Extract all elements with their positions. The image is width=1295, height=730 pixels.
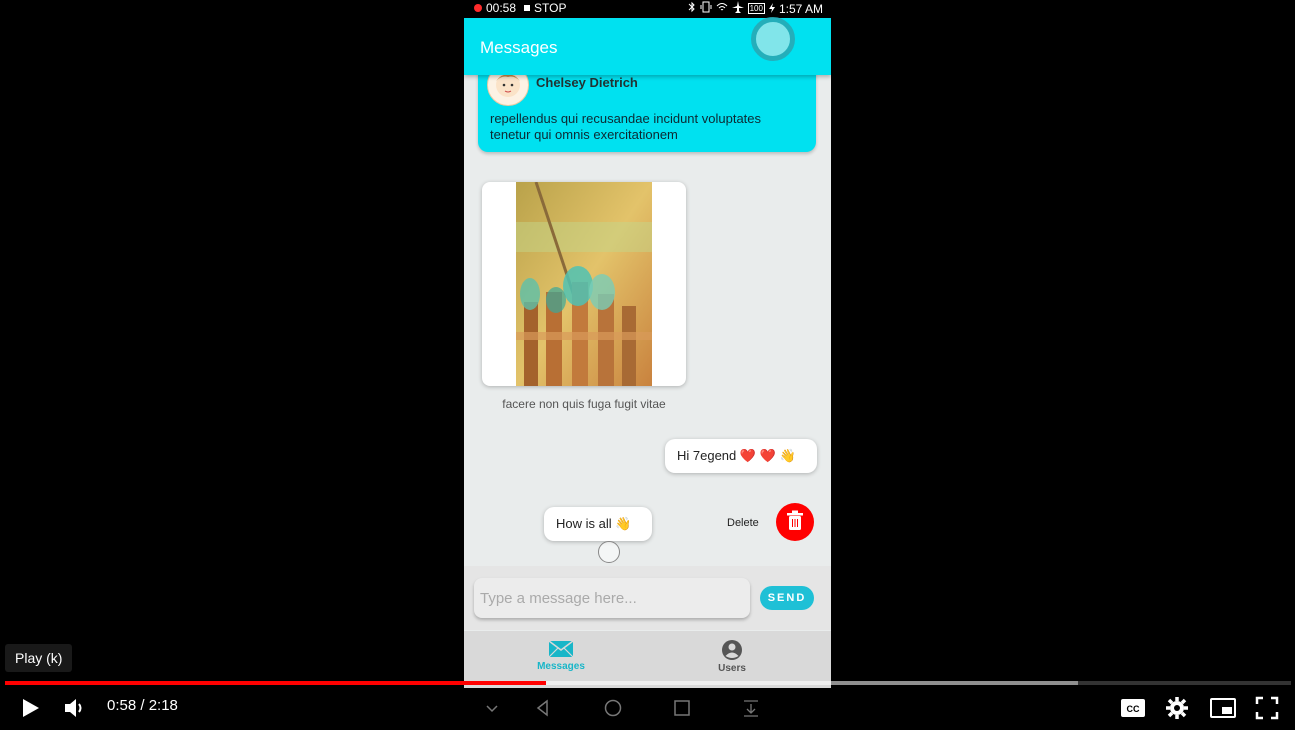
touch-indicator-small: [598, 541, 620, 563]
image-caption: facere non quis fuga fugit vitae: [502, 397, 666, 411]
received-message-bubble[interactable]: How is all 👋: [544, 507, 652, 541]
volume-icon[interactable]: [62, 696, 88, 720]
user-circle-icon: [722, 640, 742, 660]
wifi-icon: [716, 1, 728, 16]
app-title: Messages: [480, 38, 558, 57]
play-tooltip: Play (k): [5, 644, 73, 672]
send-button[interactable]: SEND: [760, 586, 814, 610]
play-icon[interactable]: [18, 696, 42, 720]
app-bar: Messages: [464, 17, 831, 75]
fullscreen-icon[interactable]: [1255, 696, 1279, 720]
bluetooth-icon: [688, 1, 696, 16]
delete-label: Delete: [727, 517, 759, 529]
image-message[interactable]: [482, 182, 686, 386]
player-controls: 0:58 / 2:18 CC: [0, 688, 1295, 730]
time-display: 0:58 / 2:18: [107, 697, 178, 714]
progress-bar[interactable]: [5, 681, 1291, 685]
nav-messages[interactable]: Messages: [501, 639, 621, 672]
battery-icon: 100: [747, 3, 765, 14]
record-time: 00:58: [486, 1, 517, 15]
delete-button[interactable]: [776, 503, 814, 541]
record-indicator-icon: [474, 4, 482, 12]
message-text: repellendus qui recusandae incidunt volu…: [490, 111, 762, 142]
stop-square-icon: [524, 5, 531, 11]
miniplayer-icon[interactable]: [1209, 696, 1237, 720]
message-input[interactable]: [474, 578, 750, 618]
photo-image: [516, 182, 652, 386]
bottom-navigation: Messages Users: [464, 631, 831, 688]
composer-area: SEND: [464, 566, 831, 630]
nav-users-label: Users: [718, 663, 746, 674]
sender-name: Chelsey Dietrich: [536, 75, 638, 90]
progress-played: [5, 681, 546, 685]
status-clock: 1:57 AM: [778, 1, 823, 16]
settings-gear-icon[interactable]: [1165, 696, 1189, 720]
charging-icon: [768, 2, 775, 16]
nav-messages-label: Messages: [537, 661, 585, 672]
vibrate-icon: [700, 1, 712, 16]
sent-message-bubble[interactable]: Hi 7egend ❤️ ❤️ 👋: [665, 439, 817, 473]
svg-text:CC: CC: [1127, 704, 1140, 714]
closed-captions-icon[interactable]: CC: [1120, 696, 1146, 720]
stop-label: STOP: [534, 1, 567, 15]
touch-indicator: [751, 17, 795, 61]
trash-icon: [787, 510, 803, 530]
nav-users[interactable]: Users: [672, 639, 792, 674]
envelope-icon: [548, 640, 574, 658]
airplane-icon: [731, 1, 744, 16]
android-status-bar: 00:58 STOP 100 1:57 AM: [464, 0, 831, 18]
phone-screen: 00:58 STOP 100 1:57 AM Messages Chelsey …: [464, 0, 831, 730]
